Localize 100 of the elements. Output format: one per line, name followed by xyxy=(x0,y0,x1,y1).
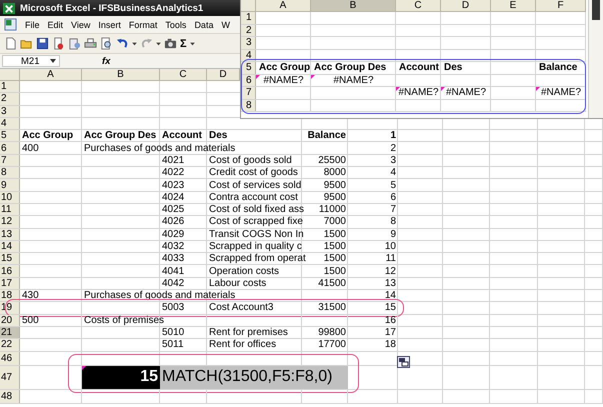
menu-item[interactable]: View xyxy=(71,20,90,30)
table-cell: 500 xyxy=(22,314,39,326)
row-header[interactable]: 1 xyxy=(241,12,256,24)
table-cell: Scrapped in quality c xyxy=(209,241,302,252)
table-cell: Account xyxy=(399,62,439,74)
row-header[interactable]: 5 xyxy=(0,130,20,142)
print-preview-icon[interactable] xyxy=(100,37,113,50)
table-cell: 8000 xyxy=(324,167,346,178)
table-cell: Credit cost of goods xyxy=(209,167,298,178)
row-header[interactable]: 3 xyxy=(241,37,256,48)
row-header[interactable]: 9 xyxy=(0,179,20,191)
row-header[interactable]: 7 xyxy=(241,87,256,98)
table-cell: 4025 xyxy=(162,204,184,216)
table-cell: Cost of scrapped fixe xyxy=(209,216,303,228)
column-header[interactable]: D xyxy=(441,0,491,11)
undo-icon[interactable] xyxy=(116,37,129,50)
menu-item[interactable]: Tools xyxy=(165,20,186,30)
column-header[interactable]: C xyxy=(160,69,207,80)
name-box[interactable]: M21 xyxy=(2,55,60,67)
row-header[interactable]: 7 xyxy=(0,154,20,166)
row-header[interactable]: 21 xyxy=(0,326,20,338)
table-cell: Rent for offices xyxy=(209,339,276,350)
row-header[interactable]: 47 xyxy=(0,366,20,389)
table-cell: 17700 xyxy=(318,339,346,350)
table-cell: 3 xyxy=(390,154,396,166)
row-header[interactable]: 1 xyxy=(0,81,20,92)
table-cell: 5 xyxy=(390,180,396,191)
dropdown-icon[interactable] xyxy=(50,59,56,63)
table-cell: 400 xyxy=(22,142,39,154)
menu-item[interactable]: File xyxy=(25,20,40,30)
row-header[interactable]: 3 xyxy=(0,106,20,117)
row-header[interactable]: 15 xyxy=(0,253,20,264)
table-cell: Labour costs xyxy=(209,278,266,289)
row-header[interactable]: 10 xyxy=(0,192,20,203)
menu-item[interactable]: Data xyxy=(194,20,214,30)
table-cell: 13 xyxy=(384,278,396,289)
table-cell: 11 xyxy=(386,253,396,264)
table-cell: Contra account cost xyxy=(209,192,298,203)
table-cell: 11000 xyxy=(318,204,346,216)
workbook-icon[interactable] xyxy=(4,18,17,31)
spreadsheet-app-icon xyxy=(3,2,16,14)
column-header[interactable]: B xyxy=(311,0,396,11)
table-cell: Acc Group Des xyxy=(314,62,386,74)
row-header[interactable]: 13 xyxy=(0,228,20,240)
table-cell: 5011 xyxy=(162,339,184,350)
autosum-button[interactable]: Σ xyxy=(180,38,187,50)
column-header[interactable]: A xyxy=(20,69,82,80)
row-header[interactable]: 16 xyxy=(0,265,20,277)
table-cell: 4 xyxy=(390,167,396,178)
row-header[interactable]: 48 xyxy=(0,390,20,403)
table-cell: 4032 xyxy=(162,241,184,252)
table-cell: 4026 xyxy=(162,216,184,228)
row-header[interactable]: 12 xyxy=(0,216,20,228)
table-cell: Balance xyxy=(308,130,346,142)
row-header[interactable]: 6 xyxy=(0,142,20,154)
paste-options-icon[interactable] xyxy=(397,356,410,368)
printer-icon[interactable] xyxy=(84,37,97,50)
row-header[interactable]: 2 xyxy=(241,24,256,36)
table-cell: 5010 xyxy=(162,327,184,338)
row-header[interactable]: 18 xyxy=(0,290,20,302)
column-header[interactable]: C xyxy=(396,0,441,11)
column-header[interactable]: F xyxy=(536,0,586,11)
table-cell: Costs of premises xyxy=(84,314,164,326)
table-cell: 1500 xyxy=(324,253,346,264)
table-cell: 9500 xyxy=(324,192,346,203)
save-icon[interactable] xyxy=(36,37,49,50)
row-header[interactable]: 22 xyxy=(0,339,20,351)
camera-icon[interactable] xyxy=(164,37,177,50)
menu-item[interactable]: Format xyxy=(128,20,158,30)
table-cell: 7 xyxy=(390,204,396,216)
row-header[interactable]: 46 xyxy=(0,352,20,365)
table-cell: 9500 xyxy=(324,180,346,191)
menu-item[interactable]: W xyxy=(221,20,230,30)
row-header[interactable]: 20 xyxy=(0,314,20,326)
row-header[interactable]: 5 xyxy=(241,62,256,74)
table-cell: 41500 xyxy=(318,278,346,289)
table-cell: #NAME? xyxy=(398,87,438,98)
table-cell: 14 xyxy=(384,290,396,302)
scroll-thumb[interactable] xyxy=(592,0,600,20)
new-document-icon[interactable] xyxy=(4,37,17,50)
menu-item[interactable]: Edit xyxy=(48,20,64,30)
row-header[interactable]: 4 xyxy=(0,118,20,130)
row-header[interactable]: 14 xyxy=(0,240,20,252)
row-header[interactable]: 11 xyxy=(0,204,20,216)
menu-item[interactable]: Insert xyxy=(98,20,121,30)
table-cell: 4033 xyxy=(162,253,184,264)
row-header[interactable]: 8 xyxy=(0,167,20,178)
document-icon[interactable] xyxy=(68,37,81,50)
result-cell: 15 xyxy=(82,366,160,389)
row-header[interactable]: 2 xyxy=(0,93,20,105)
scroll-bar[interactable] xyxy=(588,0,603,118)
table-cell: 430 xyxy=(22,290,39,302)
table-cell: 7000 xyxy=(324,216,346,228)
column-header[interactable]: E xyxy=(491,0,536,11)
table-cell: Rent for premises xyxy=(209,327,288,338)
function-label[interactable]: fx xyxy=(102,56,110,66)
table-cell: Balance xyxy=(539,62,578,74)
column-header[interactable]: B xyxy=(82,69,160,80)
row-header[interactable]: 17 xyxy=(0,278,20,290)
table-cell: 1 xyxy=(390,130,396,142)
